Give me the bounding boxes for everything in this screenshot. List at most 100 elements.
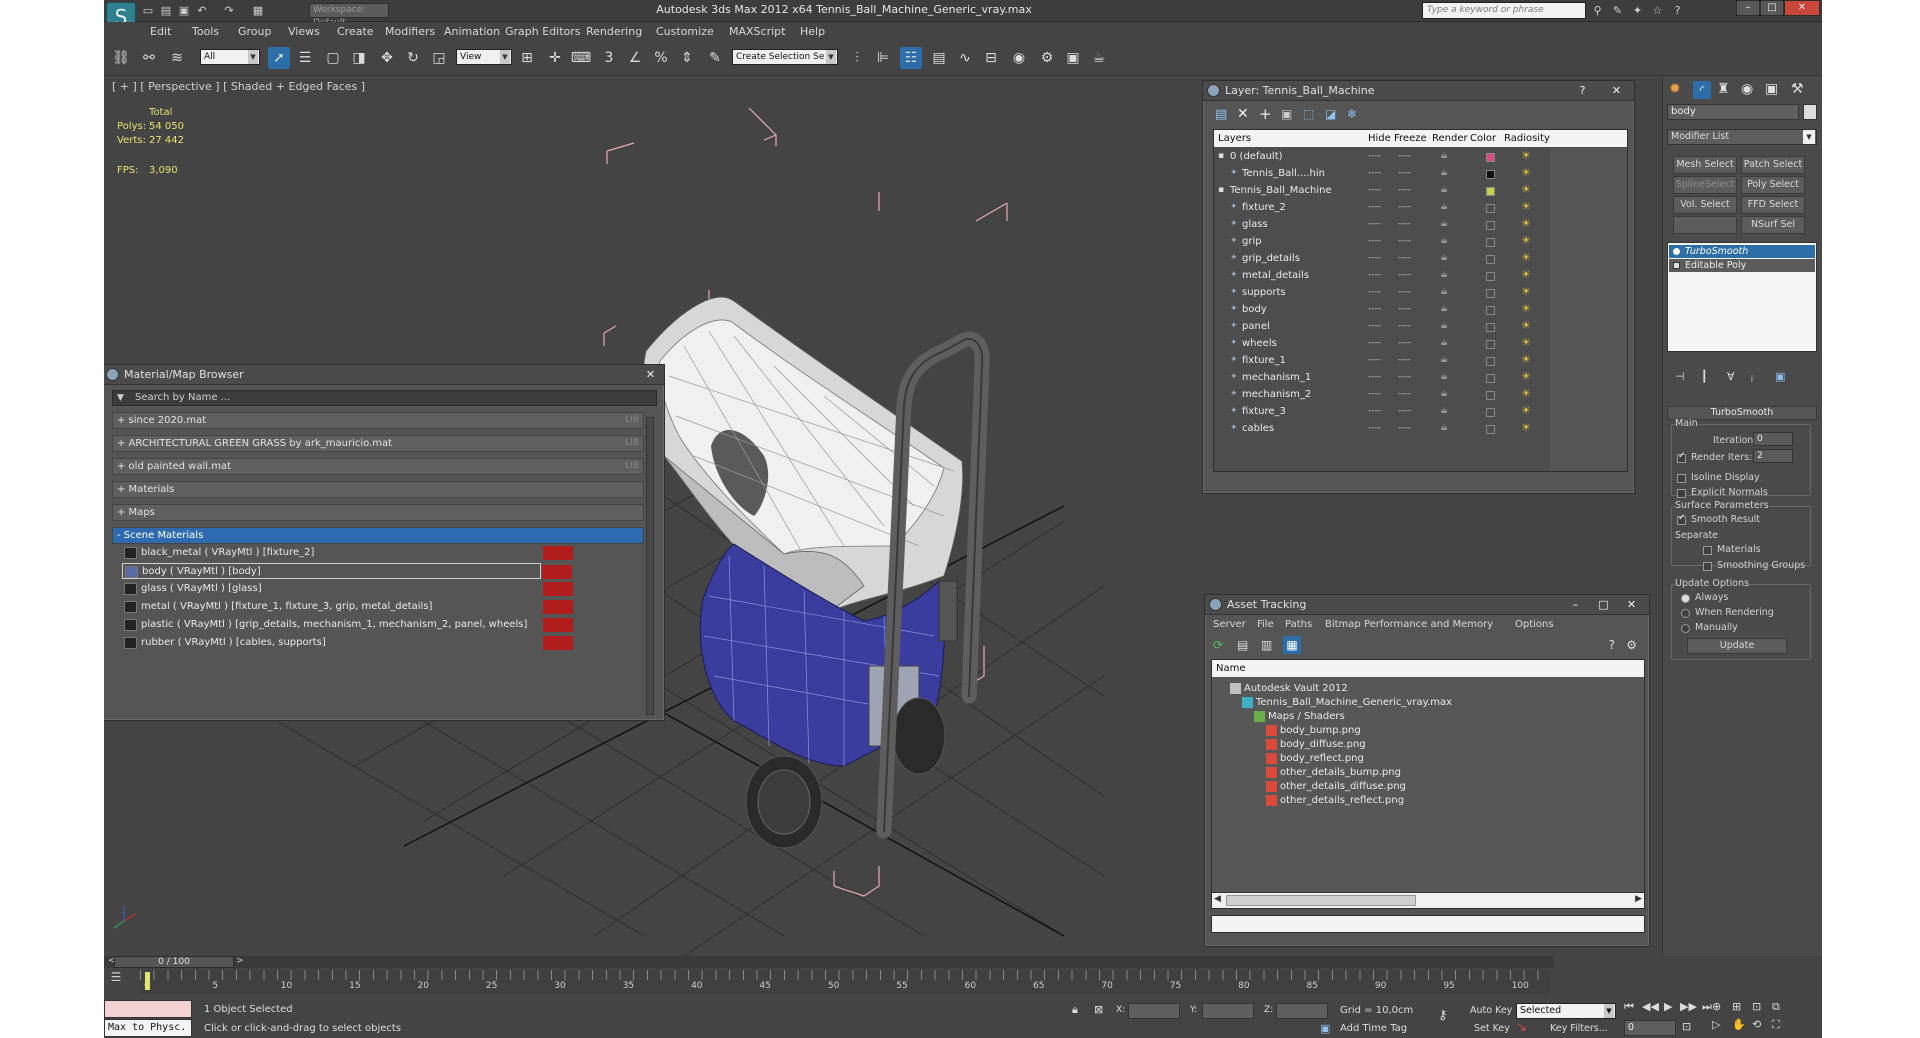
tree-view-icon[interactable]: ▥: [1261, 638, 1272, 652]
spline-select-button[interactable]: SplineSelect: [1673, 176, 1737, 194]
maximize-button[interactable]: □: [1760, 0, 1784, 16]
next-frame-icon[interactable]: ▶▶: [1680, 1000, 1697, 1013]
col-radiosity[interactable]: Radiosity: [1504, 130, 1550, 147]
select-link-icon[interactable]: ⛓: [110, 47, 132, 69]
project-folder-icon[interactable]: ▦: [250, 3, 266, 18]
asset-row[interactable]: other_details_reflect.png: [1212, 792, 1644, 809]
scene-materials-header[interactable]: - Scene Materials: [112, 527, 644, 544]
keyword-search-input[interactable]: Type a keyword or phrase: [1422, 2, 1586, 19]
curve-editor-icon[interactable]: ∿: [954, 47, 976, 69]
freeze-all-icon[interactable]: ❄: [1347, 107, 1357, 121]
layer-row[interactable]: ▪ Tennis_Ball_Machine ---- ---- ☕ ☀: [1214, 182, 1554, 199]
layer-row[interactable]: ✦ grip ---- ---- ☕ ☀: [1214, 233, 1554, 250]
material-item[interactable]: metal ( VRayMtl ) [fixture_1, fixture_3,…: [122, 599, 573, 615]
patch-select-button[interactable]: Patch Select: [1741, 156, 1805, 174]
viewport-label[interactable]: [ + ] [ Perspective ] [ Shaded + Edged F…: [112, 80, 365, 93]
col-render[interactable]: Render: [1432, 130, 1468, 147]
object-name-field[interactable]: body: [1667, 104, 1799, 120]
radiosity-icon[interactable]: ☀: [1521, 421, 1533, 435]
layer-color-swatch[interactable]: [1486, 425, 1495, 434]
hide-toggle[interactable]: ----: [1368, 250, 1381, 267]
favorites-icon[interactable]: ☆: [1650, 3, 1665, 18]
library-row[interactable]: + ARCHITECTURAL GREEN GRASS by ark_mauri…: [112, 435, 644, 452]
hide-toggle[interactable]: ----: [1368, 267, 1381, 284]
material-item[interactable]: plastic ( VRayMtl ) [grip_details, mecha…: [122, 617, 573, 633]
layer-row[interactable]: ✦ panel ---- ---- ☕ ☀: [1214, 318, 1554, 335]
time-slider-thumb[interactable]: 0 / 100: [114, 956, 234, 968]
radiosity-icon[interactable]: ☀: [1521, 336, 1533, 350]
asset-column-header[interactable]: Name: [1212, 660, 1644, 677]
hide-toggle[interactable]: ----: [1368, 386, 1381, 403]
asset-menu-paths[interactable]: Paths: [1285, 619, 1312, 630]
layer-row[interactable]: ✦ wheels ---- ---- ☕ ☀: [1214, 335, 1554, 352]
render-production-icon[interactable]: ☕: [1088, 47, 1110, 69]
scale-icon[interactable]: ◲: [428, 47, 450, 69]
menu-help[interactable]: Help: [800, 25, 825, 38]
layer-color-swatch[interactable]: [1486, 170, 1495, 179]
freeze-toggle[interactable]: ----: [1398, 335, 1411, 352]
materials-checkbox[interactable]: [1703, 546, 1712, 555]
time-tag-icon[interactable]: ▣: [1320, 1022, 1330, 1035]
key-icon[interactable]: ⚷: [1438, 1008, 1448, 1023]
layer-row[interactable]: ✦ cables ---- ---- ☕ ☀: [1214, 420, 1554, 437]
render-toggle-icon[interactable]: ☕: [1440, 165, 1448, 182]
radiosity-icon[interactable]: ☀: [1521, 353, 1533, 367]
binoculars-icon[interactable]: ⚲: [1590, 3, 1605, 18]
asset-minimize-button[interactable]: –: [1568, 598, 1583, 612]
hide-toggle[interactable]: ----: [1368, 284, 1381, 301]
add-time-tag-button[interactable]: Add Time Tag: [1340, 1023, 1407, 1034]
zoom-all-icon[interactable]: ⊞: [1732, 1000, 1741, 1013]
rendered-frame-icon[interactable]: ▣: [1062, 47, 1084, 69]
menu-customize[interactable]: Customize: [656, 25, 714, 38]
freeze-toggle[interactable]: ----: [1398, 148, 1411, 165]
new-icon[interactable]: ▭: [140, 3, 156, 18]
layer-color-swatch[interactable]: [1486, 391, 1495, 400]
zoom-icon[interactable]: ⊕: [1712, 1000, 1721, 1013]
refresh-icon[interactable]: ⟳: [1213, 638, 1223, 652]
workspace-dropdown[interactable]: Workspace: Default: [309, 3, 389, 28]
radiosity-icon[interactable]: ☀: [1521, 285, 1533, 299]
col-hide[interactable]: Hide: [1368, 130, 1391, 147]
render-toggle-icon[interactable]: ☕: [1440, 284, 1448, 301]
layer-color-swatch[interactable]: [1486, 340, 1495, 349]
hide-toggle[interactable]: ----: [1368, 420, 1381, 437]
scroll-left-icon[interactable]: ◀: [1214, 894, 1221, 904]
material-item[interactable]: glass ( VRayMtl ) [glass]: [122, 581, 573, 597]
render-toggle-icon[interactable]: ☕: [1440, 148, 1448, 165]
scroll-right-icon[interactable]: ▶: [1635, 894, 1642, 904]
menu-maxscript[interactable]: MAXScript: [729, 25, 785, 38]
hide-toggle[interactable]: ----: [1368, 148, 1381, 165]
layer-color-swatch[interactable]: [1486, 357, 1495, 366]
angle-snap-icon[interactable]: ∠: [624, 47, 646, 69]
layer-color-swatch[interactable]: [1486, 408, 1495, 417]
selection-filter-dropdown[interactable]: All ▼: [200, 49, 260, 65]
layer-help-button[interactable]: ?: [1575, 84, 1590, 98]
asset-close-button[interactable]: ✕: [1624, 598, 1639, 612]
graphite-ribbon-icon[interactable]: ▤: [928, 47, 950, 69]
make-unique-icon[interactable]: ∀: [1727, 370, 1735, 383]
empty-modifier-button[interactable]: [1673, 216, 1737, 234]
poly-select-button[interactable]: Poly Select: [1741, 176, 1805, 194]
menu-group[interactable]: Group: [238, 25, 272, 38]
redo-icon[interactable]: ↷: [221, 3, 237, 18]
hide-toggle[interactable]: ----: [1368, 369, 1381, 386]
asset-help-icon[interactable]: ?: [1609, 638, 1615, 652]
keyboard-shortcut-icon[interactable]: ⌨: [570, 47, 592, 69]
save-icon[interactable]: ▣: [176, 3, 192, 18]
render-toggle-icon[interactable]: ☕: [1440, 420, 1448, 437]
asset-menu-bitmap[interactable]: Bitmap Performance and Memory: [1325, 619, 1493, 630]
asset-menu-server[interactable]: Server: [1213, 619, 1246, 630]
field-of-view-icon[interactable]: ▷: [1712, 1018, 1720, 1031]
modify-tab-icon[interactable]: ◜: [1693, 81, 1711, 99]
explicit-normals-checkbox[interactable]: [1677, 489, 1686, 498]
percent-snap-icon[interactable]: %: [650, 47, 672, 69]
list-view-icon[interactable]: ▤: [1237, 638, 1248, 652]
hide-all-icon[interactable]: ◪: [1325, 107, 1336, 121]
smooth-result-checkbox[interactable]: [1677, 513, 1686, 525]
time-config-icon[interactable]: ⊡: [1682, 1020, 1691, 1033]
materials-group-row[interactable]: + Materials: [112, 481, 644, 498]
when-rendering-radio[interactable]: [1681, 609, 1690, 618]
help-icon[interactable]: ?: [1670, 3, 1685, 18]
table-view-icon[interactable]: ▦: [1283, 636, 1301, 654]
timeline-ruler[interactable]: 0510152025303540455055606570758085909510…: [140, 970, 1550, 994]
